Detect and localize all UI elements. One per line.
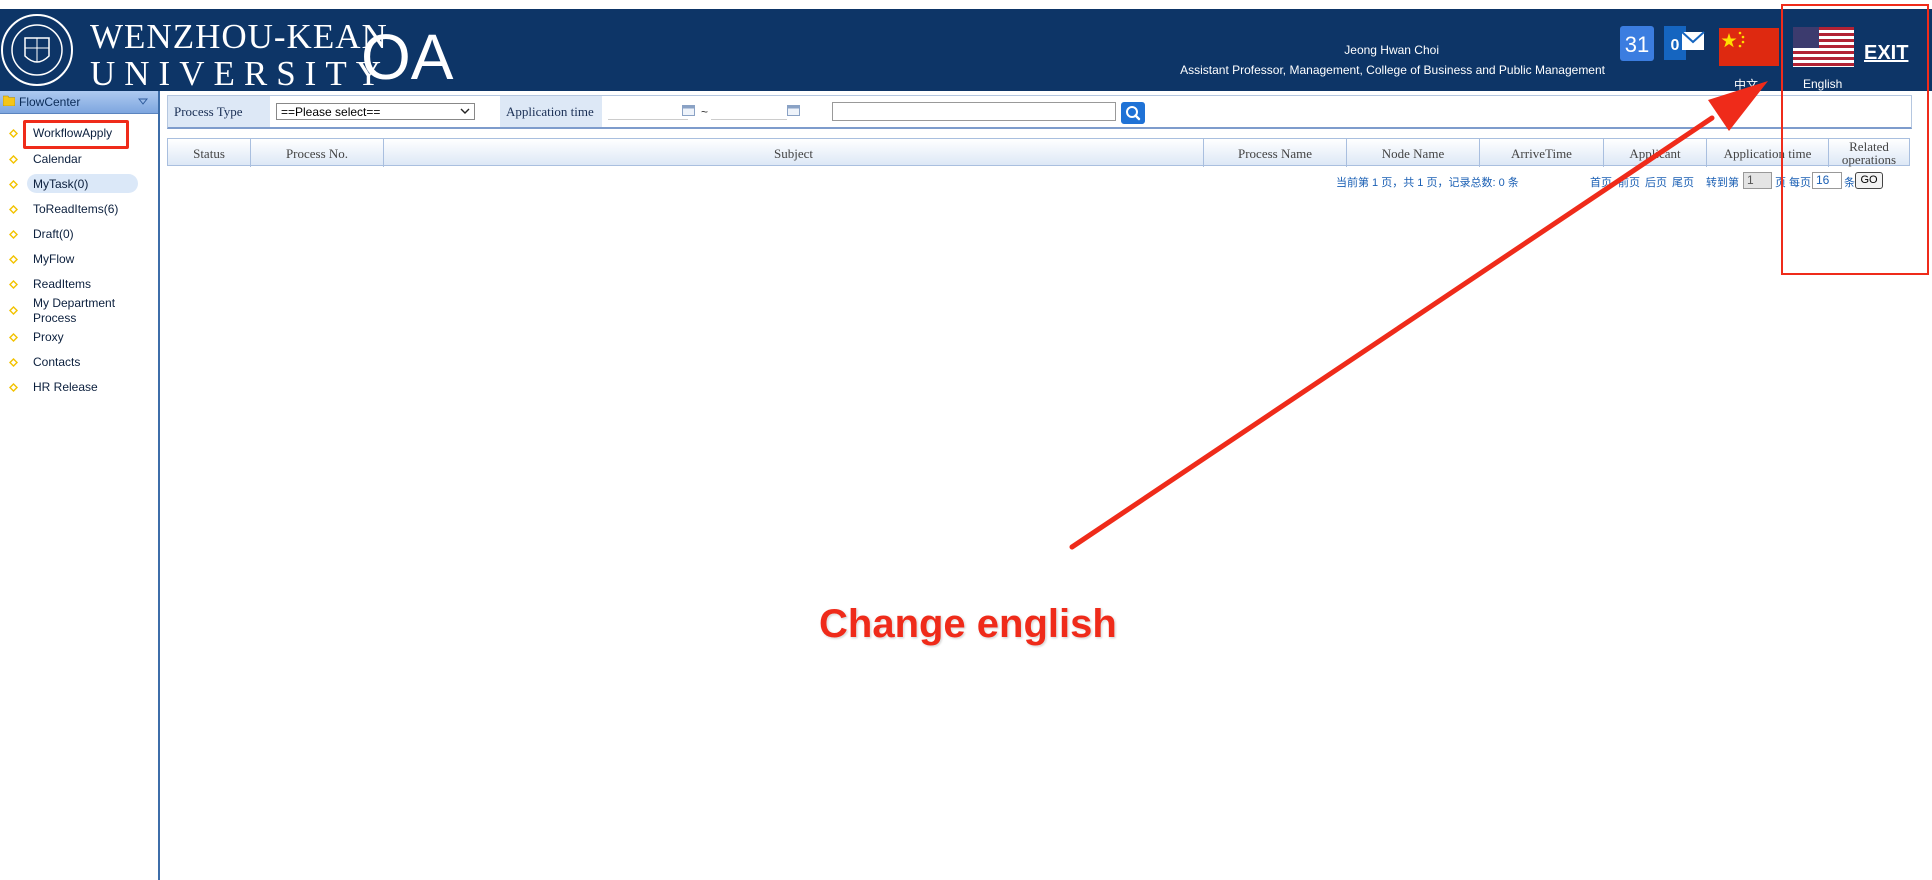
pager-first-link[interactable]: 首页 [1590,174,1612,190]
pager-page-input[interactable]: 1 [1743,172,1772,189]
sidebar-item-label: My Department Process [33,296,116,325]
chevron-down-icon [460,108,470,114]
sidebar-item-label: Draft(0) [33,227,74,241]
diamond-bullet-icon [9,180,18,189]
column-header-arrivetime[interactable]: ArriveTime [1480,139,1604,167]
outlook-mail-icon[interactable]: 0 [1664,24,1706,62]
annotation-arrow [1069,81,1768,550]
university-wordmark: WENZHOU-KEAN UNIVERSITY [90,19,390,91]
diamond-bullet-icon [9,155,18,164]
sidebar-item-label: MyTask(0) [33,177,89,191]
results-table-header: Status Process No. Subject Process Name … [167,138,1910,167]
column-header-process-name[interactable]: Process Name [1204,139,1347,167]
mail-badge: 0 [1671,37,1680,54]
sidebar-header[interactable]: FlowCenter [0,91,158,114]
user-title: Assistant Professor, Management, College… [1180,63,1605,77]
annotation-highlight-workflowapply [23,120,129,149]
keyword-search-input[interactable] [832,102,1116,121]
diamond-bullet-icon [9,306,18,315]
process-type-value: ==Please select== [281,105,381,119]
pager-next-link[interactable]: 后页 [1645,174,1667,190]
china-flag-icon[interactable] [1719,28,1779,66]
diamond-bullet-icon [9,255,18,264]
annotation-highlight-language-area [1781,4,1929,275]
sidebar-item-label: HR Release [33,380,98,394]
search-toolbar: Process Type ==Please select== Applicati… [167,95,1912,129]
pager-goto-label: 转到第 [1706,177,1739,189]
pager-last-link[interactable]: 尾页 [1672,174,1694,190]
university-seal-logo [1,14,73,86]
sidebar-item-label: Proxy [33,330,64,344]
calendar-picker-icon[interactable] [682,104,695,116]
language-chinese-link[interactable]: 中文 [1734,76,1758,93]
chevron-down-icon[interactable] [138,96,148,106]
diamond-bullet-icon [9,129,18,138]
sidebar-item-label: Calendar [33,152,82,166]
diamond-bullet-icon [9,333,18,342]
search-icon [1126,106,1141,121]
search-button[interactable] [1121,102,1145,124]
column-header-status[interactable]: Status [168,139,251,167]
sidebar-item-label: Contacts [33,355,81,369]
wordmark-line2: UNIVERSITY [90,54,390,93]
user-name: Jeong Hwan Choi [1344,43,1439,57]
date-range-separator: ~ [701,105,709,119]
pager-summary: 当前第 1 页，共 1 页，记录总数: 0 条 [1336,177,1519,189]
diamond-bullet-icon [9,230,18,239]
column-header-process-no[interactable]: Process No. [251,139,384,167]
application-time-label: Application time [500,96,602,127]
pager-prev-link[interactable]: 前页 [1618,174,1640,190]
diamond-bullet-icon [9,383,18,392]
folder-icon [3,95,15,106]
calendar-picker-icon[interactable] [787,104,800,116]
sidebar-item-label: ReadItems [33,277,92,291]
calendar-badge: 31 [1624,32,1650,57]
diamond-bullet-icon [9,358,18,367]
diamond-bullet-icon [9,205,18,214]
oa-wordmark: OA [361,21,454,93]
column-header-applicant[interactable]: Applicant [1604,139,1707,167]
calendar-icon[interactable]: 31 [1620,26,1654,61]
sidebar-title: FlowCenter [19,95,81,109]
process-type-label: Process Type [168,96,270,127]
start-date-field[interactable] [608,103,688,120]
process-type-select[interactable]: ==Please select== [276,103,475,120]
end-date-field[interactable] [711,103,787,120]
top-banner: WENZHOU-KEAN UNIVERSITY OA Jeong Hwan Ch… [0,9,1932,93]
diamond-bullet-icon [9,280,18,289]
wordmark-line1: WENZHOU-KEAN [90,17,388,56]
column-header-subject[interactable]: Subject [384,139,1204,167]
sidebar-item-label: ToReadItems(6) [33,202,119,216]
column-header-node-name[interactable]: Node Name [1347,139,1480,167]
sidebar-item-label: MyFlow [33,252,75,266]
annotation-caption: Change english [819,602,1117,646]
